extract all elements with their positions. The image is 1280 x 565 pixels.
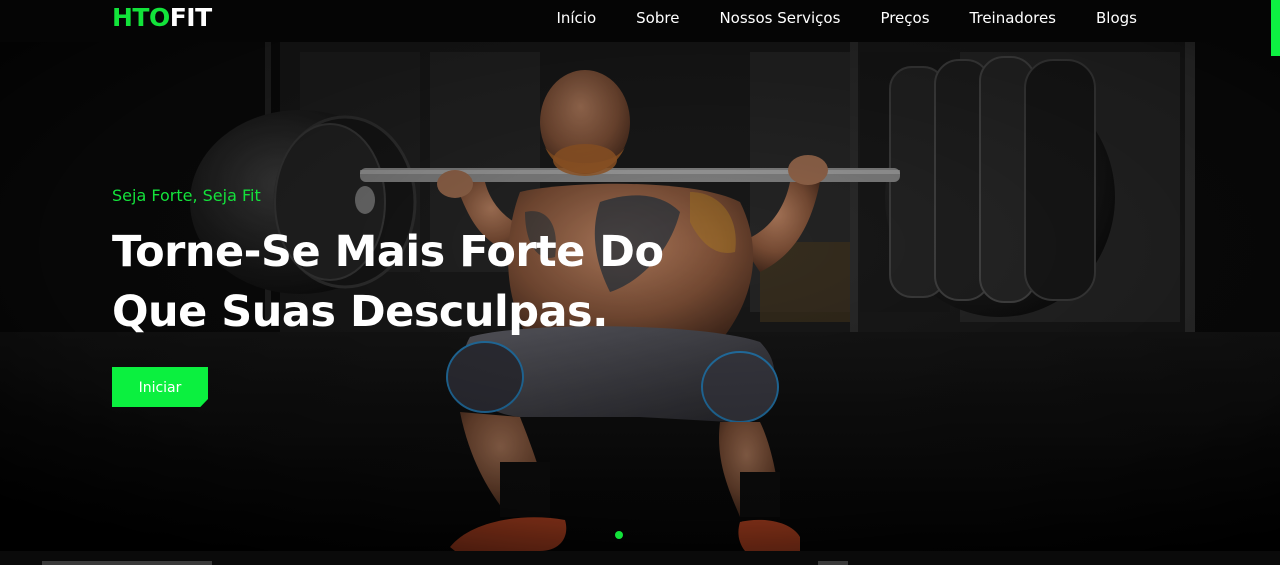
bottom-scrollbar-track bbox=[0, 551, 1280, 565]
slider-dot-active[interactable] bbox=[615, 531, 623, 539]
hero-tagline: Seja Forte, Seja Fit bbox=[112, 186, 261, 205]
scrollbar-thumb[interactable] bbox=[1271, 0, 1280, 56]
start-button[interactable]: Iniciar bbox=[112, 367, 208, 407]
site-logo[interactable]: HTOFIT bbox=[112, 3, 212, 33]
nav-item-servicos[interactable]: Nossos Serviços bbox=[719, 9, 840, 27]
hero-headline-line2: Que Suas Desculpas. bbox=[112, 287, 608, 337]
nav-item-inicio[interactable]: Início bbox=[556, 9, 596, 27]
nav-item-precos[interactable]: Preços bbox=[880, 9, 929, 27]
nav-item-sobre[interactable]: Sobre bbox=[636, 9, 679, 27]
nav-item-blogs[interactable]: Blogs bbox=[1096, 9, 1137, 27]
bottom-scrollbar-segment bbox=[818, 561, 848, 565]
hero-headline: Torne-Se Mais Forte Do Que Suas Desculpa… bbox=[112, 222, 664, 342]
bottom-scrollbar-thumb[interactable] bbox=[42, 561, 212, 565]
nav-item-treinadores[interactable]: Treinadores bbox=[970, 9, 1056, 27]
logo-text-part2: FIT bbox=[169, 3, 212, 32]
site-header: HTOFIT Início Sobre Nossos Serviços Preç… bbox=[0, 0, 1280, 42]
logo-text-part1: HTO bbox=[112, 3, 170, 32]
landing-page: HTOFIT Início Sobre Nossos Serviços Preç… bbox=[0, 0, 1280, 565]
hero-banner: Seja Forte, Seja Fit Torne-Se Mais Forte… bbox=[0, 42, 1280, 551]
hero-headline-line1: Torne-Se Mais Forte Do bbox=[112, 227, 664, 277]
hero-content: Seja Forte, Seja Fit Torne-Se Mais Forte… bbox=[112, 186, 664, 407]
main-nav: Início Sobre Nossos Serviços Preços Trei… bbox=[556, 0, 1137, 36]
